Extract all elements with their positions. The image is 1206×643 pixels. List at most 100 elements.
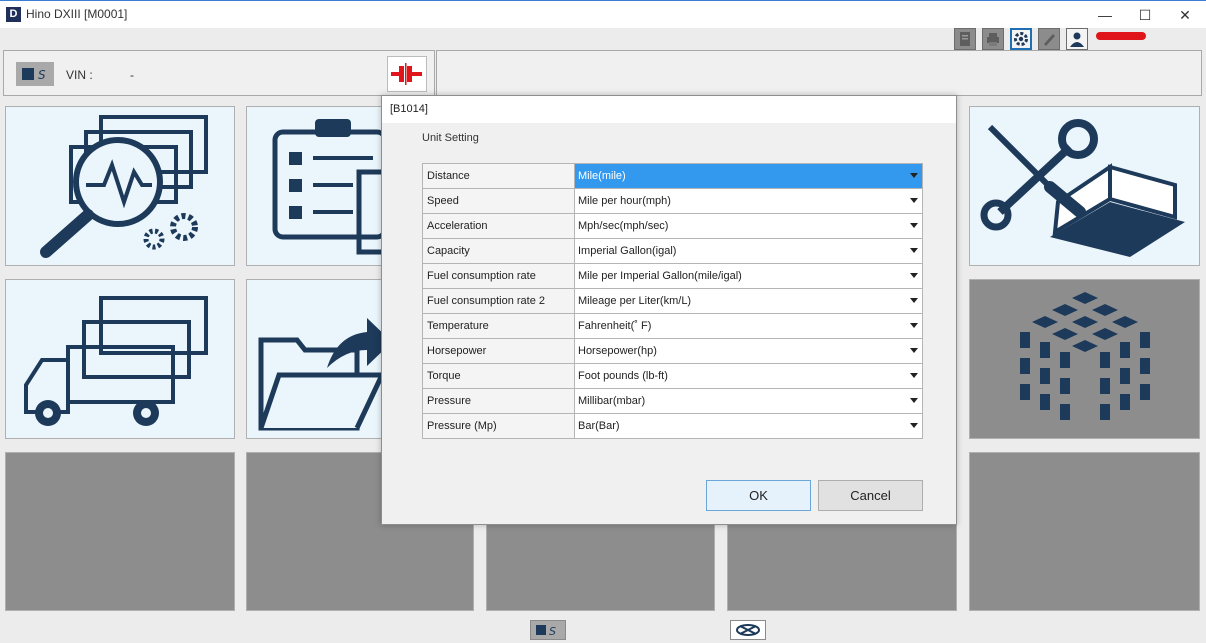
unit-dropdown[interactable]: Imperial Gallon(igal) xyxy=(574,238,923,264)
cube-icon xyxy=(1020,292,1150,420)
unit-label: Temperature xyxy=(422,313,575,339)
unit-dropdown[interactable]: Mileage per Liter(km/L) xyxy=(574,288,923,314)
tools-book-icon xyxy=(980,119,1185,257)
hino-logo-icon xyxy=(736,624,760,636)
unit-dropdown[interactable]: Fahrenheit(˚ F) xyxy=(574,313,923,339)
unit-row: Horsepower Horsepower(hp) xyxy=(422,338,923,364)
ok-button[interactable]: OK xyxy=(706,480,811,511)
unit-label: Fuel consumption rate xyxy=(422,263,575,289)
unit-row: Pressure (Mp) Bar(Bar) xyxy=(422,413,923,439)
unit-dropdown[interactable]: Mile per Imperial Gallon(mile/igal) xyxy=(574,263,923,289)
dropdown-arrow-icon[interactable] xyxy=(910,323,918,328)
unit-dropdown[interactable]: Mile(mile) xyxy=(574,163,923,189)
connect-button[interactable] xyxy=(387,56,427,92)
vin-label: VIN : xyxy=(66,68,93,82)
checklist-tile[interactable] xyxy=(246,106,396,266)
unit-value: Bar(Bar) xyxy=(578,420,620,432)
close-button[interactable]: ✕ xyxy=(1165,3,1205,27)
unit-value: Millibar(mbar) xyxy=(578,395,646,407)
gear-icon[interactable] xyxy=(1010,28,1032,50)
app-icon: D xyxy=(6,7,21,22)
unit-label: Pressure xyxy=(422,388,575,414)
unit-label: Pressure (Mp) xyxy=(422,413,575,439)
empty-tile-1 xyxy=(5,452,235,611)
edit-icon[interactable] xyxy=(1038,28,1060,50)
connector-icon xyxy=(391,63,422,85)
unit-row: Capacity Imperial Gallon(igal) xyxy=(422,238,923,264)
vin-value: - xyxy=(130,68,134,82)
user-icon[interactable] xyxy=(1066,28,1088,50)
unit-row: Fuel consumption rate 2 Mileage per Liter… xyxy=(422,288,923,314)
trucks-icon xyxy=(24,296,208,426)
dropdown-arrow-icon[interactable] xyxy=(910,198,918,203)
unit-row: Distance Mile(mile) xyxy=(422,163,923,189)
diagnosis-icon xyxy=(40,115,208,258)
svg-text:S: S xyxy=(38,68,46,82)
unit-value: Fahrenheit(˚ F) xyxy=(578,320,652,332)
unit-label: Fuel consumption rate 2 xyxy=(422,288,575,314)
unit-dropdown[interactable]: Horsepower(hp) xyxy=(574,338,923,364)
empty-tile-5 xyxy=(969,452,1200,611)
maximize-button[interactable]: ☐ xyxy=(1125,3,1165,27)
dropdown-arrow-icon[interactable] xyxy=(910,348,918,353)
unit-row: Speed Mile per hour(mph) xyxy=(422,188,923,214)
vehicle-info-panel: S VIN : - xyxy=(3,50,435,96)
export-tile[interactable] xyxy=(246,279,396,439)
unit-value: Mileage per Liter(km/L) xyxy=(578,295,692,307)
unit-label: Capacity xyxy=(422,238,575,264)
unit-dropdown[interactable]: Mile per hour(mph) xyxy=(574,188,923,214)
unit-label: Torque xyxy=(422,363,575,389)
hino-logo-button[interactable] xyxy=(730,620,766,640)
svg-text:S: S xyxy=(549,625,556,637)
unit-value: Imperial Gallon(igal) xyxy=(578,245,677,257)
dropdown-arrow-icon[interactable] xyxy=(910,398,918,403)
unit-row: Pressure Millibar(mbar) xyxy=(422,388,923,414)
ds-logo-icon: S xyxy=(16,62,54,86)
print-icon[interactable] xyxy=(982,28,1004,50)
unit-value: Mile per hour(mph) xyxy=(578,195,671,207)
header-empty-panel xyxy=(436,50,1202,96)
unit-setting-dialog: [B1014] Unit Setting Distance Mile(mile) S… xyxy=(381,95,957,525)
unit-value: Mile(mile) xyxy=(578,170,626,182)
unit-row: Torque Foot pounds (lb-ft) xyxy=(422,363,923,389)
fleet-tile[interactable] xyxy=(5,279,235,439)
cancel-button[interactable]: Cancel xyxy=(818,480,923,511)
dropdown-arrow-icon[interactable] xyxy=(910,273,918,278)
cube-tile[interactable] xyxy=(969,279,1200,439)
unit-label: Distance xyxy=(422,163,575,189)
diagnosis-tile[interactable] xyxy=(5,106,235,266)
unit-value: Foot pounds (lb-ft) xyxy=(578,370,668,382)
bottom-bar xyxy=(0,614,1206,643)
unit-value: Horsepower(hp) xyxy=(578,345,657,357)
unit-row: Temperature Fahrenheit(˚ F) xyxy=(422,313,923,339)
service-manual-tile[interactable] xyxy=(969,106,1200,266)
dropdown-arrow-icon[interactable] xyxy=(910,248,918,253)
dialog-title: [B1014] xyxy=(390,103,428,115)
dialog-section-title: Unit Setting xyxy=(422,132,479,144)
report-icon[interactable] xyxy=(954,28,976,50)
ds-logo-button[interactable]: S xyxy=(530,620,566,640)
dropdown-arrow-icon[interactable] xyxy=(910,298,918,303)
unit-table: Distance Mile(mile) Speed Mile per hour(mph… xyxy=(422,163,923,439)
clipboard-icon xyxy=(272,119,392,255)
unit-value: Mile per Imperial Gallon(mile/igal) xyxy=(578,270,742,282)
unit-row: Fuel consumption rate Mile per Imperial G… xyxy=(422,263,923,289)
user-name-redacted xyxy=(1096,32,1146,40)
unit-label: Acceleration xyxy=(422,213,575,239)
dropdown-arrow-icon[interactable] xyxy=(910,373,918,378)
ds-logo-icon: S xyxy=(536,625,556,637)
dropdown-arrow-icon[interactable] xyxy=(910,423,918,428)
unit-value: Mph/sec(mph/sec) xyxy=(578,220,669,232)
dropdown-arrow-icon[interactable] xyxy=(910,223,918,228)
window-title: Hino DXIII [M0001] xyxy=(26,7,128,21)
dropdown-arrow-icon[interactable] xyxy=(910,173,918,178)
unit-row: Acceleration Mph/sec(mph/sec) xyxy=(422,213,923,239)
unit-label: Horsepower xyxy=(422,338,575,364)
unit-dropdown[interactable]: Foot pounds (lb-ft) xyxy=(574,363,923,389)
unit-dropdown[interactable]: Bar(Bar) xyxy=(574,413,923,439)
unit-label: Speed xyxy=(422,188,575,214)
unit-dropdown[interactable]: Millibar(mbar) xyxy=(574,388,923,414)
dialog-titlebar: [B1014] xyxy=(382,96,956,123)
unit-dropdown[interactable]: Mph/sec(mph/sec) xyxy=(574,213,923,239)
minimize-button[interactable]: — xyxy=(1085,3,1125,27)
